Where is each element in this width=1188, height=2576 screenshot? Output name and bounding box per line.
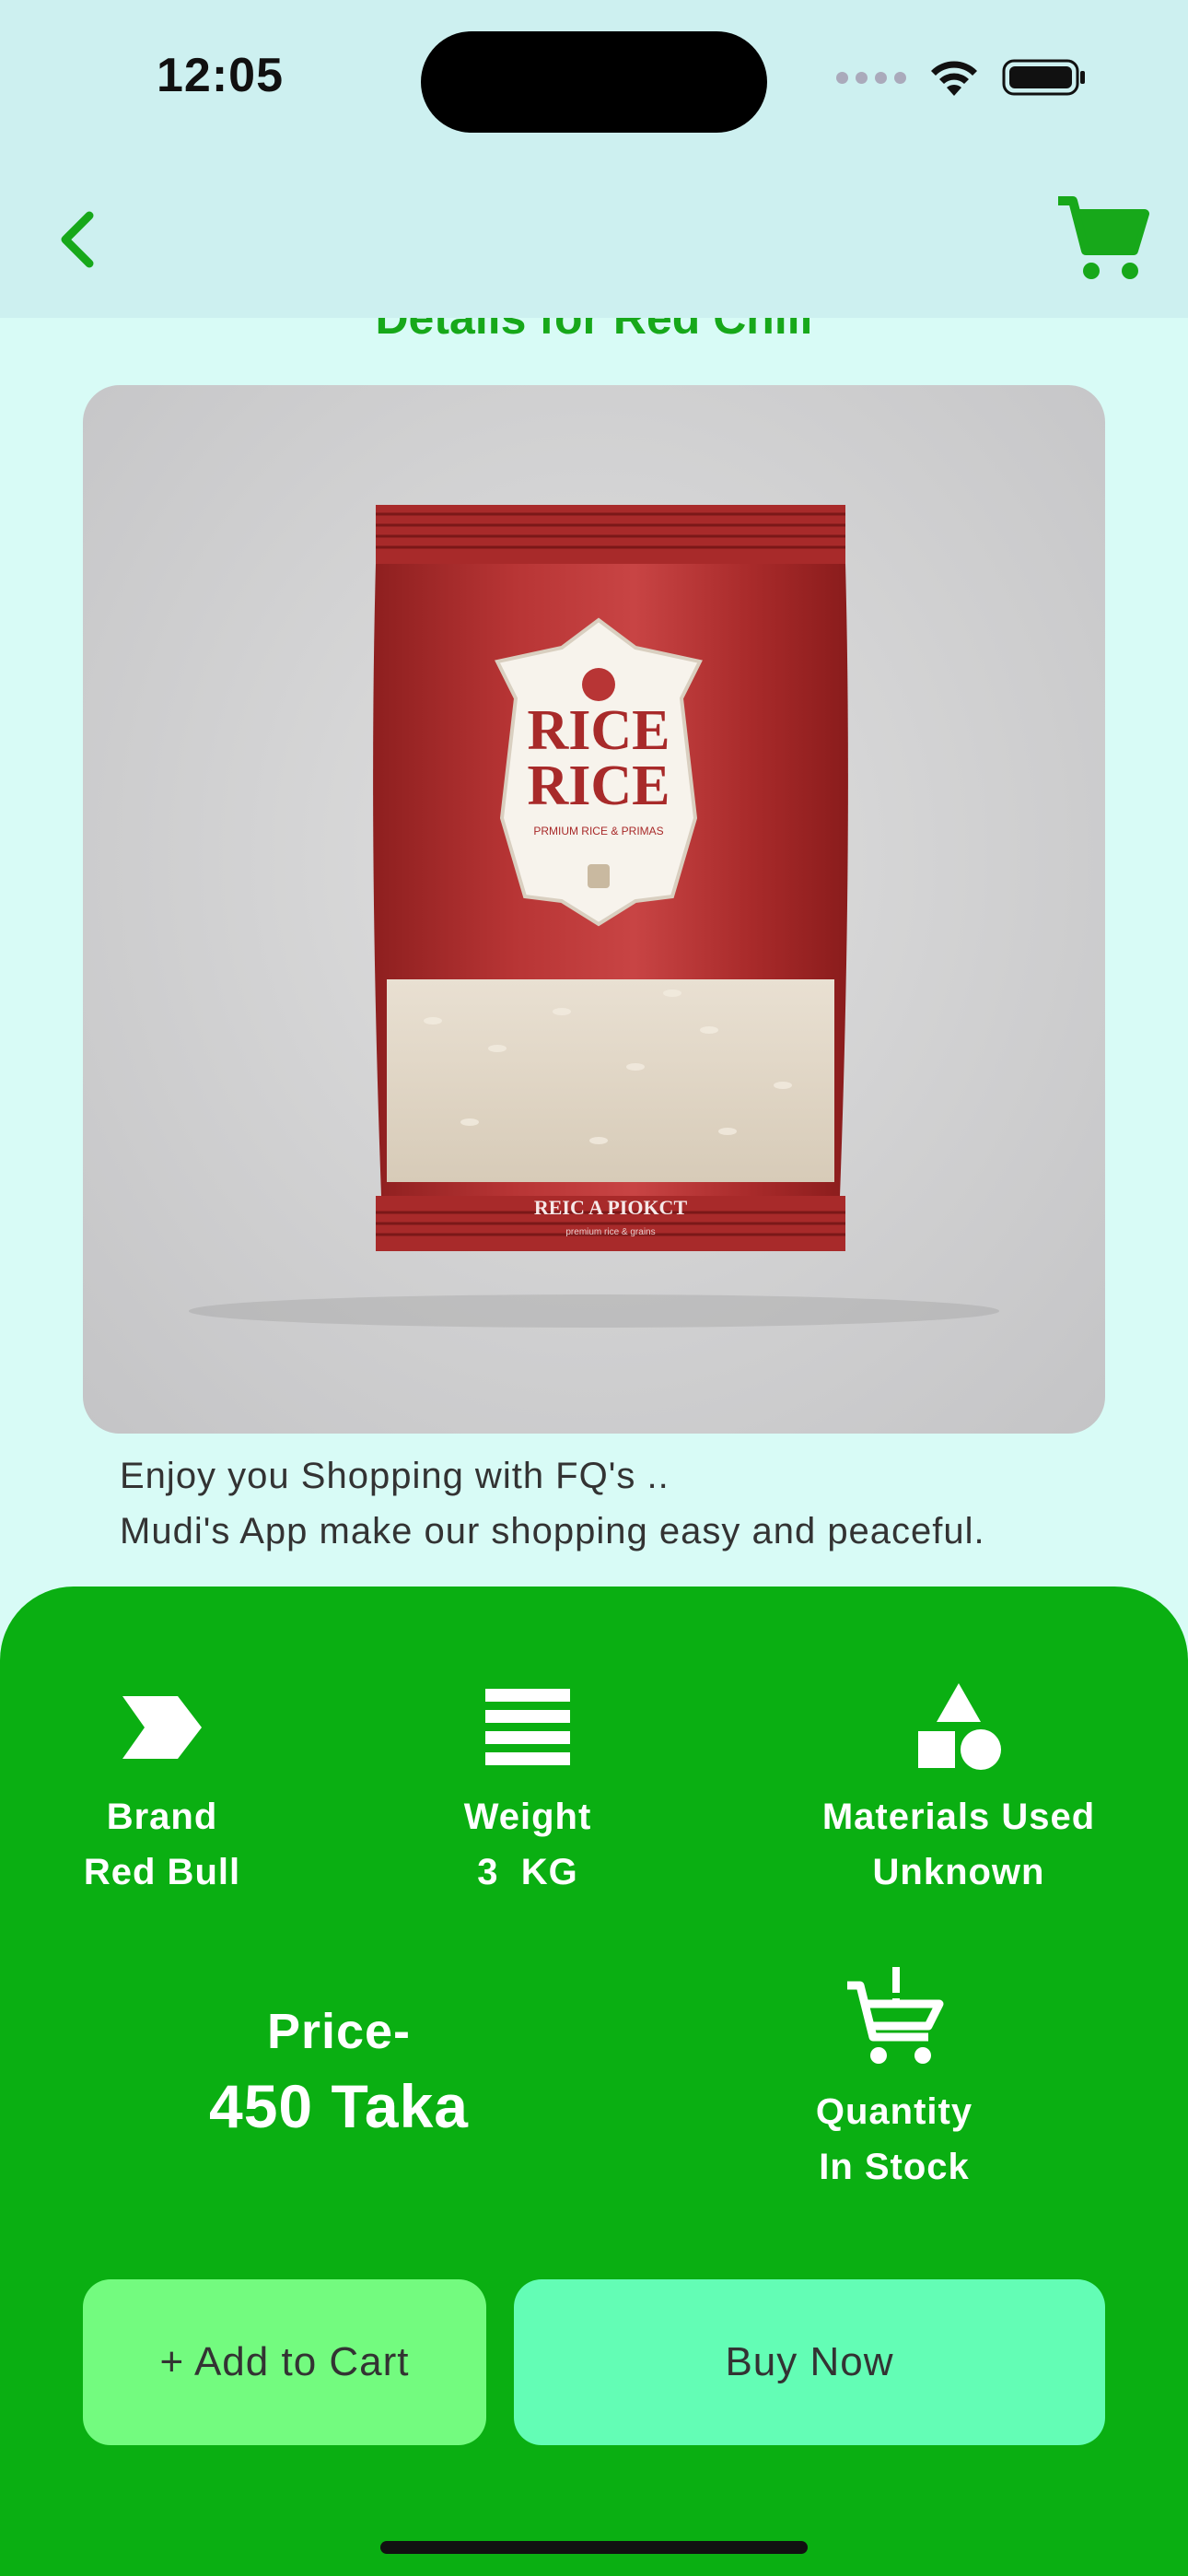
dynamic-island	[421, 31, 767, 133]
signal-icon	[836, 71, 906, 84]
bag-label-line1: RICE	[527, 699, 670, 762]
cart-alert-icon	[847, 1967, 944, 2064]
product-description: Enjoy you Shopping with FQ's .. Mudi's A…	[120, 1448, 1133, 1559]
home-indicator	[380, 2541, 808, 2554]
spec-brand-value: Red Bull	[83, 1852, 241, 1892]
brand-tag-icon	[122, 1696, 202, 1759]
status-icons	[836, 57, 1087, 98]
bag-bottom-text: REIC A PIOKCT	[534, 1196, 688, 1219]
weight-lines-icon	[485, 1689, 570, 1765]
description-line-1: Enjoy you Shopping with FQ's ..	[120, 1456, 670, 1496]
chevron-left-icon	[61, 211, 94, 268]
quantity-label: Quantity	[815, 2091, 973, 2132]
add-to-cart-button[interactable]: + Add to Cart	[83, 2279, 486, 2445]
spec-weight-value: 3 KG	[477, 1852, 578, 1892]
price-value: 450 Taka	[209, 2072, 469, 2140]
spec-weight-label: Weight	[463, 1797, 592, 1837]
wifi-icon	[931, 61, 977, 96]
back-button[interactable]	[51, 203, 106, 276]
status-time: 12:05	[157, 49, 284, 102]
shopping-cart-icon	[1058, 196, 1149, 279]
battery-icon	[1002, 59, 1085, 96]
spec-materials-value: Unknown	[872, 1852, 1045, 1892]
bag-bottom-small: premium rice & grains	[565, 1227, 655, 1237]
app-header: 12:05	[0, 0, 1188, 318]
spec-brand: Brand Red Bull	[0, 1677, 346, 1900]
spec-weight: Weight 3 KG	[344, 1677, 712, 1900]
shapes-icon	[918, 1683, 1001, 1770]
buy-now-button[interactable]: Buy Now	[514, 2279, 1105, 2445]
quantity-value: In Stock	[819, 2147, 970, 2187]
spec-brand-label: Brand	[106, 1797, 218, 1837]
spec-materials: Materials Used Unknown	[775, 1677, 1143, 1900]
cart-button[interactable]	[1054, 193, 1151, 286]
price-label: Price-	[266, 2004, 412, 2059]
price-block: Price- 450 Taka	[155, 1999, 523, 2149]
rice-bag-illustration: RICE RICE PRMIUM RICE & PRIMAS REIC A PI…	[189, 505, 999, 1328]
spec-quantity: Quantity In Stock	[710, 1962, 1078, 2195]
bag-label-small: PRMIUM RICE & PRIMAS	[533, 825, 663, 837]
bag-label-line2: RICE	[527, 755, 670, 817]
spec-materials-label: Materials Used	[821, 1797, 1096, 1837]
product-image: RICE RICE PRMIUM RICE & PRIMAS REIC A PI…	[83, 385, 1105, 1434]
description-line-2: Mudi's App make our shopping easy and pe…	[120, 1511, 985, 1551]
